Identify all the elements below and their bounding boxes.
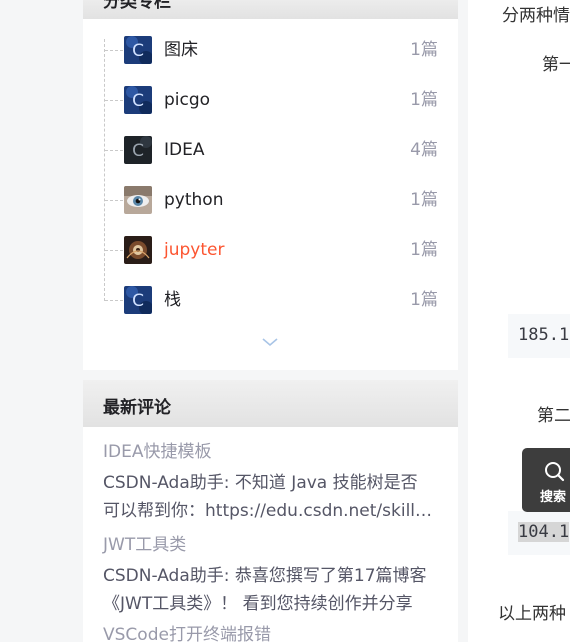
category-count: 1篇 xyxy=(410,90,438,110)
comments-header: 最新评论 xyxy=(83,380,458,427)
comment-text[interactable]: CSDN-Ada助手: 不知道 Java 技能树是否 可以帮到你：https:/… xyxy=(103,469,435,525)
comment-text[interactable]: CSDN-Ada助手: 恭喜您撰写了第17篇博客 《JWT工具类》！ 看到您持续… xyxy=(103,562,435,618)
category-count: 1篇 xyxy=(410,290,438,310)
fractal-photo-icon xyxy=(124,236,152,264)
comments-header-title: 最新评论 xyxy=(103,398,171,418)
category-item-idea[interactable]: C IDEA 4篇 xyxy=(83,130,458,170)
tree-branch xyxy=(105,50,123,51)
category-name: python xyxy=(164,190,224,210)
category-item-python[interactable]: python 1篇 xyxy=(83,180,458,220)
search-label: 搜索 xyxy=(540,490,567,505)
category-name: 栈 xyxy=(164,290,181,310)
search-icon xyxy=(542,460,566,484)
category-item-tuchuang[interactable]: C 图床 1篇 xyxy=(83,30,458,70)
tree-branch xyxy=(105,200,123,201)
comment-line: CSDN-Ada助手: 恭喜您撰写了第17篇博客 xyxy=(103,566,427,586)
comment-line: 《JWT工具类》！ 看到您持续创作并分享 xyxy=(103,594,413,614)
category-count: 1篇 xyxy=(410,240,438,260)
comment-line: 可以帮到你：https://edu.csdn.net/skill/java xyxy=(103,501,435,521)
category-count: 1篇 xyxy=(410,190,438,210)
svg-text:C: C xyxy=(132,141,144,161)
svg-text:C: C xyxy=(132,41,144,61)
category-name: 图床 xyxy=(164,40,198,60)
tree-branch xyxy=(105,250,123,251)
category-name: jupyter xyxy=(164,240,225,260)
tree-branch xyxy=(105,300,123,301)
article-content: 分两种情 第一 185.1 第二 104.1 以上两种 xyxy=(468,0,570,642)
category-item-jupyter[interactable]: jupyter 1篇 xyxy=(83,230,458,270)
code-block: 185.1 xyxy=(508,314,570,358)
category-item-stack[interactable]: C 栈 1篇 xyxy=(83,280,458,320)
category-name: IDEA xyxy=(164,140,205,160)
category-count: 1篇 xyxy=(410,40,438,60)
floating-search-button[interactable]: 搜索 xyxy=(522,448,570,512)
code-text: 104.1 xyxy=(518,522,570,542)
code-block: 104.1 xyxy=(508,511,570,555)
comment-article-link[interactable]: IDEA快捷模板 xyxy=(103,441,211,463)
latest-comments-card: 最新评论 IDEA快捷模板 CSDN-Ada助手: 不知道 Java 技能树是否… xyxy=(83,380,458,642)
article-text: 第二 xyxy=(537,406,570,426)
category-header-title: 分类专栏 xyxy=(103,0,171,12)
article-text: 第一 xyxy=(542,55,570,75)
category-name: picgo xyxy=(164,90,211,110)
c-logo-icon: C xyxy=(124,286,152,314)
comment-line: CSDN-Ada助手: 不知道 Java 技能树是否 xyxy=(103,473,418,493)
article-text: 以上两种 xyxy=(498,604,566,624)
svg-text:C: C xyxy=(132,91,144,111)
c-logo-icon: C xyxy=(124,86,152,114)
c-logo-dark-icon: C xyxy=(124,136,152,164)
category-item-picgo[interactable]: C picgo 1篇 xyxy=(83,80,458,120)
category-header: 分类专栏 xyxy=(83,0,458,19)
category-column-card: 分类专栏 C 图床 1篇 C picgo 1篇 C IDEA 4篇 python… xyxy=(83,0,458,370)
svg-text:C: C xyxy=(132,291,144,311)
tree-branch xyxy=(105,150,123,151)
eye-photo-icon xyxy=(124,186,152,214)
category-count: 4篇 xyxy=(410,140,438,160)
tree-branch xyxy=(105,100,123,101)
chevron-down-icon[interactable] xyxy=(260,334,280,350)
comment-article-link[interactable]: JWT工具类 xyxy=(103,534,186,556)
comment-article-link[interactable]: VSCode打开终端报错 xyxy=(103,624,271,642)
code-text: 185.1 xyxy=(518,325,570,345)
article-text: 分两种情 xyxy=(502,6,570,26)
c-logo-icon: C xyxy=(124,36,152,64)
